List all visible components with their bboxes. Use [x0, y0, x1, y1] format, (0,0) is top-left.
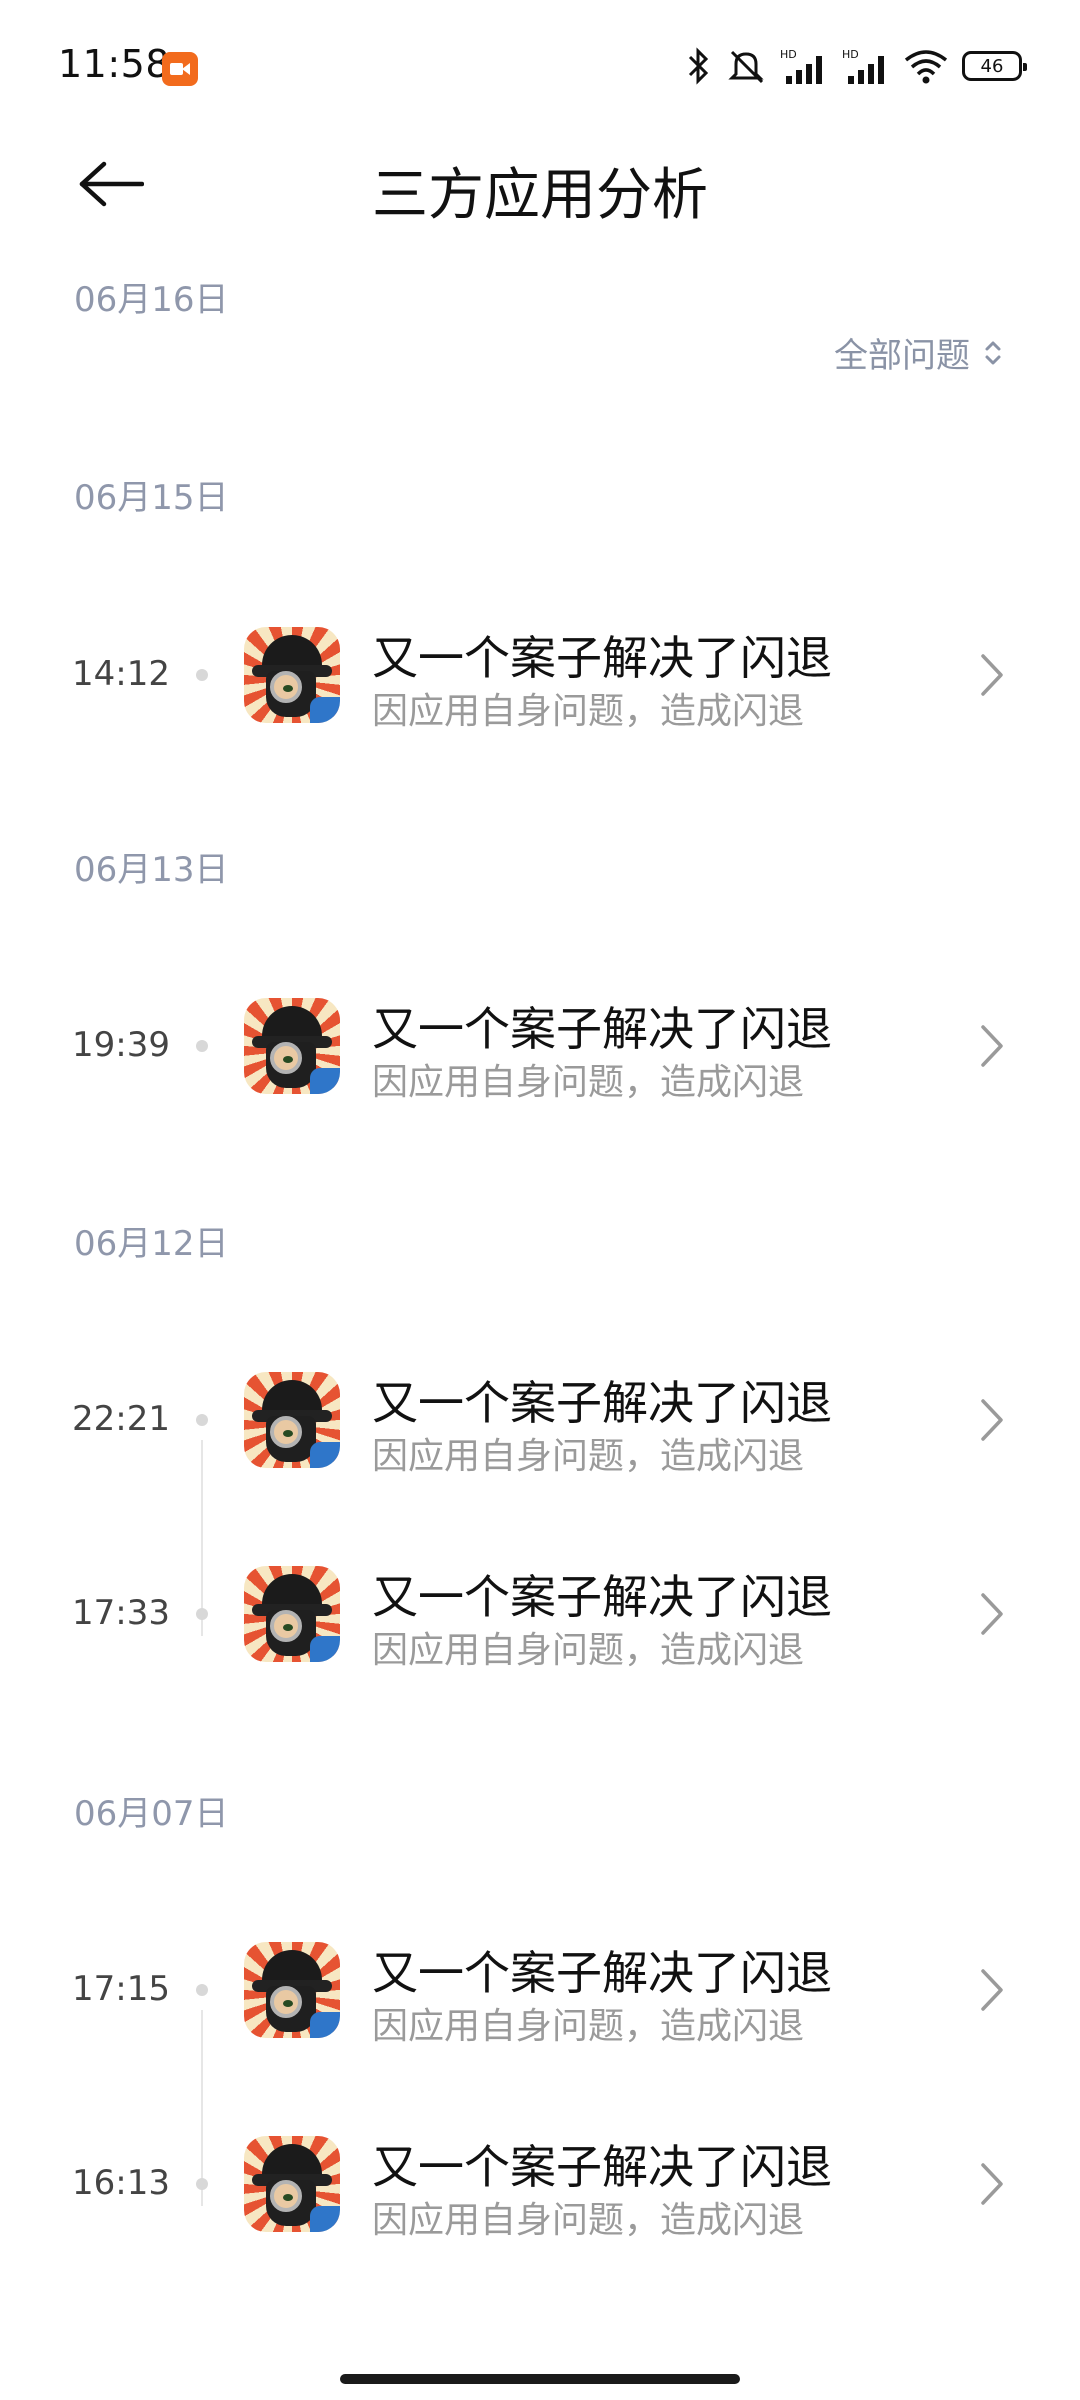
item-subtitle: 因应用自身问题，造成闪退	[372, 2006, 805, 2047]
timeline-dot	[196, 669, 208, 681]
item-title: 又一个案子解决了闪退	[372, 1376, 832, 1430]
bluetooth-icon	[688, 47, 709, 85]
svg-text:HD: HD	[780, 48, 797, 61]
date-label: 06月13日	[74, 850, 229, 890]
item-subtitle: 因应用自身问题，造成闪退	[372, 691, 805, 732]
hd-signal-icon: HD	[780, 48, 822, 84]
item-subtitle: 因应用自身问题，造成闪退	[372, 2200, 805, 2241]
time-label: 17:33	[72, 1593, 170, 1633]
item-subtitle: 因应用自身问题，造成闪退	[372, 1630, 805, 1671]
sort-updown-icon	[985, 341, 1001, 364]
timeline-dot	[196, 1414, 208, 1426]
date-label: 06月16日	[74, 280, 229, 320]
time-label: 19:39	[72, 1025, 170, 1065]
filter-dropdown[interactable]: 全部问题	[834, 328, 1002, 377]
date-label: 06月12日	[74, 1224, 229, 1264]
item-title: 又一个案子解决了闪退	[372, 1002, 832, 1056]
page-title: 三方应用分析	[372, 163, 708, 228]
item-title: 又一个案子解决了闪退	[372, 631, 832, 685]
chevron-right-icon	[981, 1399, 1003, 1441]
item-title: 又一个案子解决了闪退	[372, 1570, 832, 1624]
item-title: 又一个案子解决了闪退	[372, 1946, 832, 2000]
app-icon	[244, 627, 340, 723]
home-indicator[interactable]	[340, 2374, 740, 2384]
time-label: 16:13	[72, 2163, 170, 2203]
timeline-dot	[196, 1040, 208, 1052]
app-icon	[244, 2136, 340, 2232]
item-subtitle: 因应用自身问题，造成闪退	[372, 1436, 805, 1477]
date-label: 06月15日	[74, 478, 229, 518]
hd-signal-icon: HD	[842, 48, 884, 84]
app-icon	[244, 1942, 340, 2038]
app-icon	[244, 1372, 340, 1468]
chevron-right-icon	[981, 1593, 1003, 1635]
timeline-dot	[196, 1984, 208, 1996]
chevron-right-icon	[981, 1025, 1003, 1067]
item-title: 又一个案子解决了闪退	[372, 2140, 832, 2194]
svg-text:HD: HD	[842, 48, 859, 61]
item-subtitle: 因应用自身问题，造成闪退	[372, 1062, 805, 1103]
battery-level: 46	[980, 55, 1004, 77]
status-time: 11:58	[58, 42, 171, 86]
status-bar: 11:58 HD HD 46	[0, 0, 1080, 130]
filter-label: 全部问题	[834, 336, 970, 376]
app-icon	[244, 1566, 340, 1662]
status-icons: HD HD 46	[686, 44, 1027, 88]
chevron-right-icon	[981, 1969, 1003, 2011]
chevron-right-icon	[981, 2163, 1003, 2205]
chevron-right-icon	[981, 654, 1003, 696]
time-label: 14:12	[72, 654, 170, 694]
record-icon	[162, 52, 198, 86]
mute-icon	[728, 50, 764, 84]
time-label: 22:21	[72, 1399, 170, 1439]
timeline-dot	[196, 1608, 208, 1620]
timeline-dot	[196, 2178, 208, 2190]
time-label: 17:15	[72, 1969, 170, 2009]
app-icon	[244, 998, 340, 1094]
battery-icon: 46	[962, 51, 1027, 81]
wifi-icon	[904, 50, 948, 84]
date-label: 06月07日	[74, 1794, 229, 1834]
